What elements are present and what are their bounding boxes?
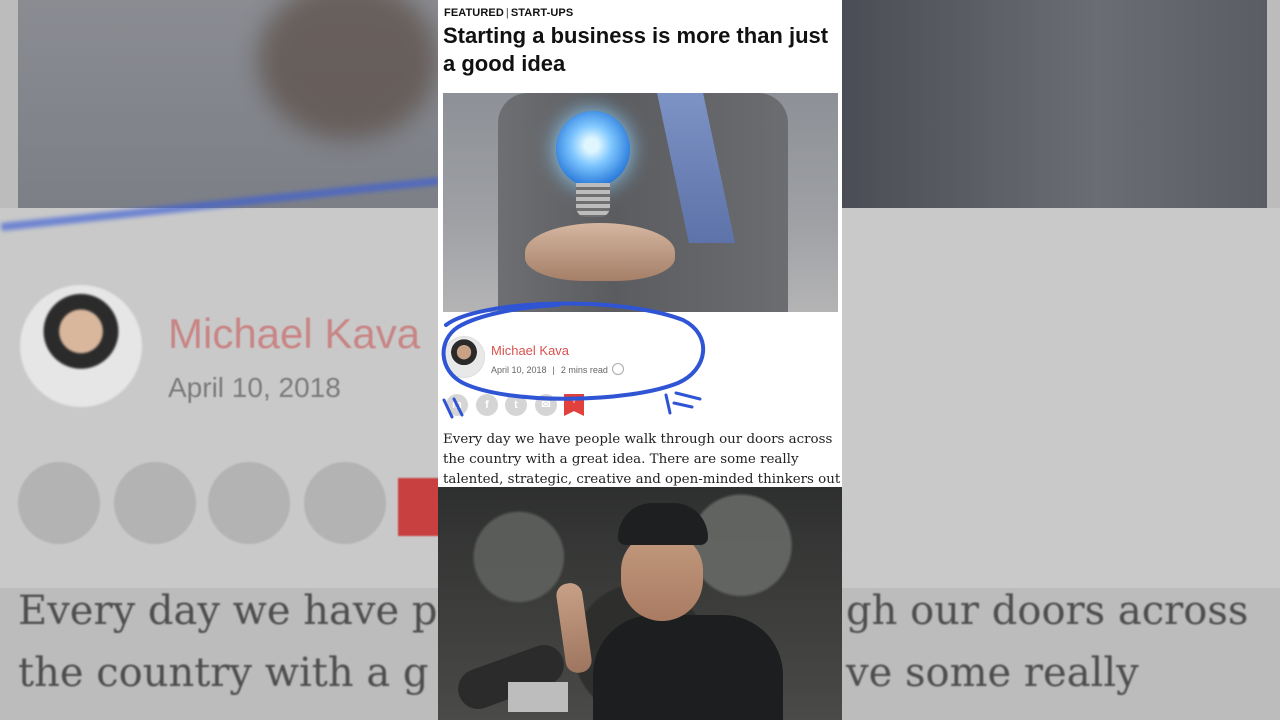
bg-facebook-icon (114, 462, 196, 544)
bg-hero-left (18, 0, 438, 208)
article-body: Every day we have people walk through ou… (443, 430, 841, 487)
email-icon: ✉ (541, 399, 551, 411)
presenter (554, 503, 783, 720)
bg-twitter-icon (208, 462, 290, 544)
bg-text-line-2-left: the country with a g (18, 650, 429, 696)
author-avatar[interactable] (443, 336, 485, 378)
bg-author-name: Michael Kava (168, 310, 421, 357)
article-meta: April 10, 2018 | 2 mins read (491, 363, 624, 375)
bg-text-line-1-right: gh our doors across (846, 588, 1249, 634)
hero-image (443, 93, 838, 312)
lightbulb-icon (556, 111, 630, 187)
category-featured[interactable]: FEATURED (444, 7, 504, 19)
email-share-button[interactable]: ✉ (535, 394, 557, 416)
webcam-video (438, 487, 842, 720)
author-name-link[interactable]: Michael Kava (491, 343, 569, 358)
article-headline: Starting a business is more than just a … (443, 23, 829, 76)
facebook-icon: f (485, 399, 489, 411)
bg-hero-right (842, 0, 1267, 208)
bg-date: April 10, 2018 (168, 372, 341, 403)
body-line: Every day we have people walk through ou… (443, 432, 833, 447)
bg-text-line-2-right: ve some really (846, 650, 1139, 696)
bg-author-avatar (20, 285, 142, 407)
category-breadcrumb: FEATURED | START-UPS (444, 7, 574, 19)
body-line: the country with a great idea. There are… (443, 452, 799, 467)
linkedin-icon: in (452, 399, 462, 411)
bookmark-button[interactable]: + (564, 394, 584, 416)
twitter-share-button[interactable]: t (505, 394, 527, 416)
publish-date: April 10, 2018 (491, 365, 547, 375)
linkedin-share-button[interactable]: in (446, 394, 468, 416)
article-panel: FEATURED | START-UPS Starting a business i… (438, 0, 842, 487)
bg-linkedin-icon (18, 462, 100, 544)
read-time: 2 mins read (560, 365, 608, 375)
body-line: talented, strategic, creative and open-m… (443, 472, 841, 487)
twitter-icon: t (514, 399, 518, 411)
bg-bookmark-icon (398, 478, 442, 536)
bookmark-icon: + (571, 396, 577, 407)
facebook-share-button[interactable]: f (476, 394, 498, 416)
bg-email-icon (304, 462, 386, 544)
clock-icon (611, 363, 624, 375)
category-start-ups[interactable]: START-UPS (511, 7, 573, 19)
bg-text-line-1-left: Every day we have p (18, 588, 438, 634)
